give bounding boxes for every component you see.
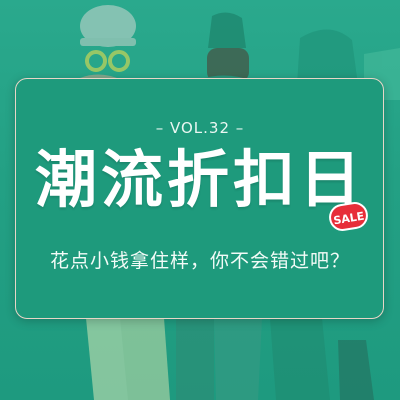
volume-label: – VOL.32 – (155, 119, 245, 137)
promo-banner: – VOL.32 – 潮流折扣日 SALE 花点小钱拿住样，你不会错过吧？ (0, 0, 400, 400)
tagline: 花点小钱拿住样，你不会错过吧？ (49, 250, 350, 272)
figure-bottoms (86, 318, 374, 400)
